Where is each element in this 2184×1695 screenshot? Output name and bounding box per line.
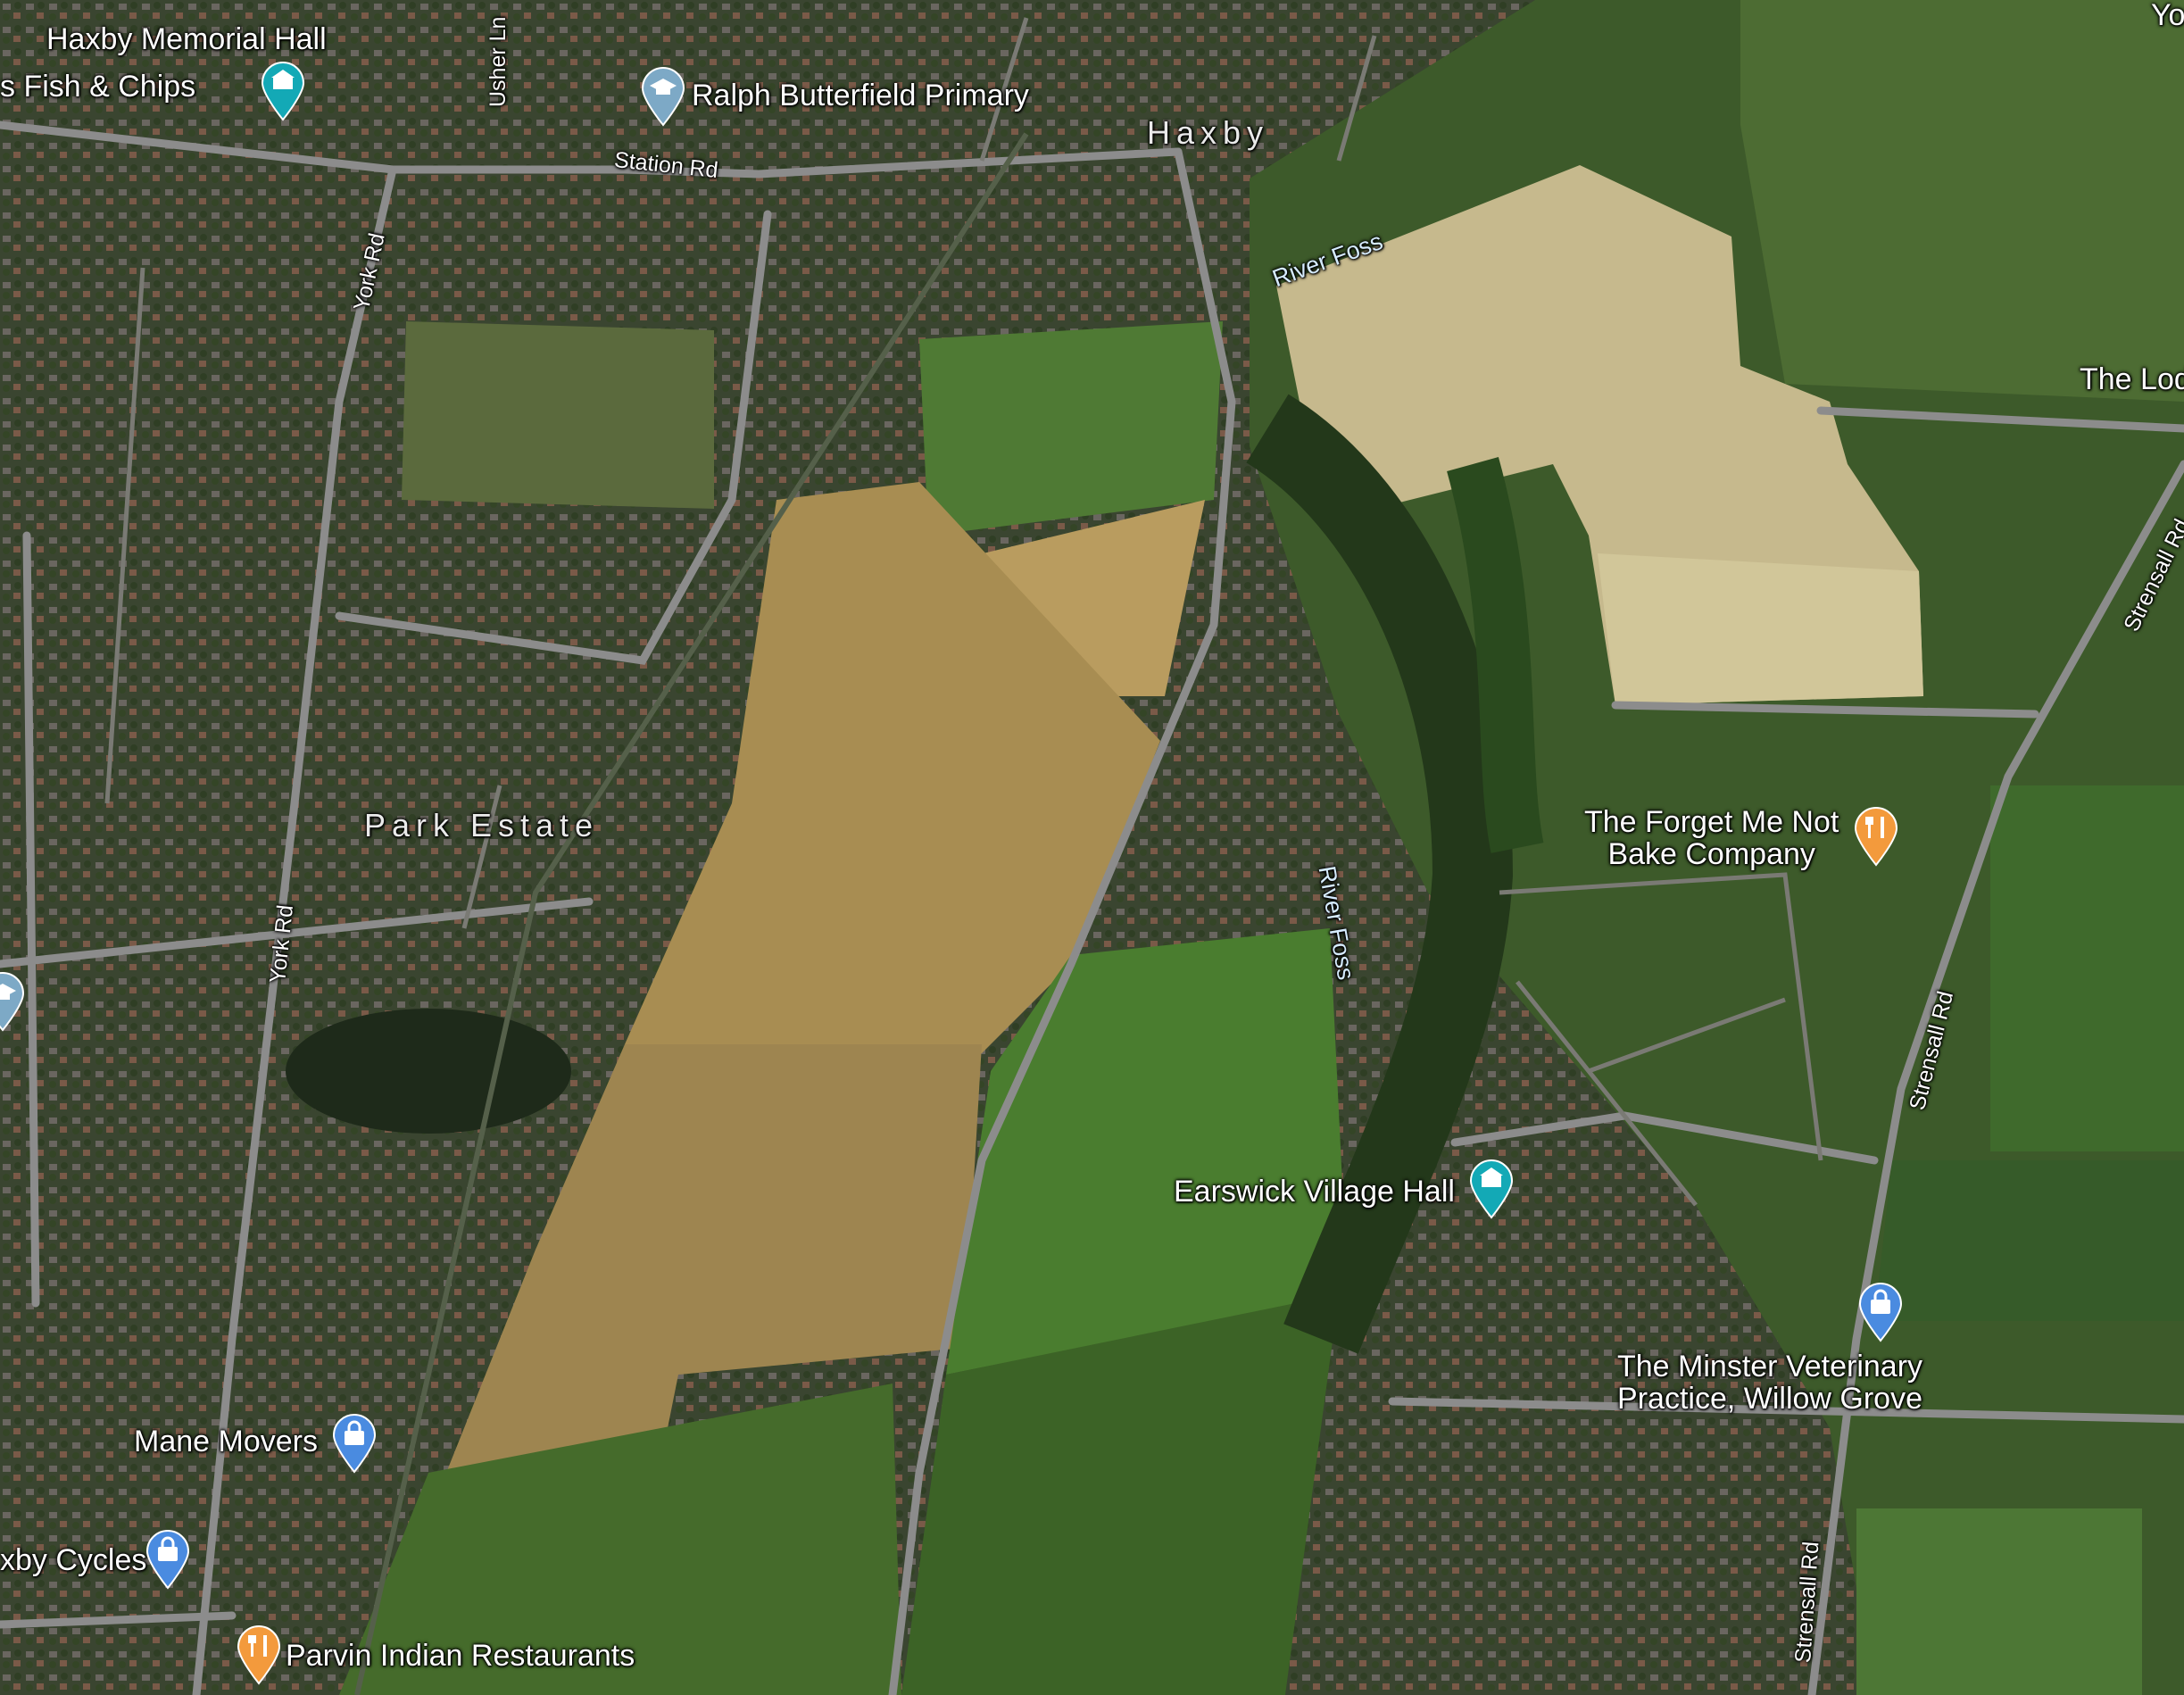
corner-place-label: Yo [2151, 0, 2184, 32]
haxby-area-label: Haxby [1147, 114, 1270, 151]
map-canvas[interactable]: Haxby Memorial Hall s Fish & Chips Ralph… [0, 0, 2184, 1695]
minster-veterinary-label[interactable]: The Minster Veterinary Practice, Willow … [1617, 1350, 1923, 1416]
ralph-butterfield-primary-label[interactable]: Ralph Butterfield Primary [692, 79, 1029, 112]
forget-me-not-label-line1: The Forget Me Not [1584, 805, 1839, 839]
civic-building-icon[interactable] [1469, 1159, 1514, 1219]
earswick-village-hall-label[interactable]: Earswick Village Hall [1174, 1176, 1455, 1209]
minster-veterinary-label-line2: Practice, Willow Grove [1617, 1381, 1922, 1416]
haxby-cycles-label[interactable]: xby Cycles [0, 1544, 146, 1577]
forget-me-not-label[interactable]: The Forget Me Not Bake Company [1584, 805, 1839, 871]
mane-movers-label[interactable]: Mane Movers [134, 1425, 318, 1458]
usher-ln-road-label: Usher Ln [486, 16, 511, 107]
minster-veterinary-label-line1: The Minster Veterinary [1617, 1350, 1923, 1383]
parvin-indian-restaurants-label[interactable]: Parvin Indian Restaurants [286, 1640, 635, 1673]
shopping-bag-icon[interactable] [332, 1414, 377, 1474]
park-estate-area-label: Park Estate [364, 807, 600, 843]
forget-me-not-label-line2: Bake Company [1607, 836, 1815, 871]
school-cap-icon[interactable] [641, 67, 685, 127]
the-lodge-label[interactable]: The Lod [2080, 363, 2184, 396]
haxby-memorial-hall-label[interactable]: Haxby Memorial Hall [46, 23, 327, 56]
shopping-bag-icon[interactable] [1858, 1283, 1903, 1342]
shopping-bag-icon[interactable] [145, 1530, 190, 1590]
fork-knife-icon[interactable] [237, 1625, 281, 1685]
school-cap-icon[interactable] [0, 972, 25, 1032]
fork-knife-icon[interactable] [1854, 807, 1898, 867]
civic-building-icon[interactable] [261, 62, 305, 121]
fish-and-chips-label[interactable]: s Fish & Chips [0, 71, 195, 104]
